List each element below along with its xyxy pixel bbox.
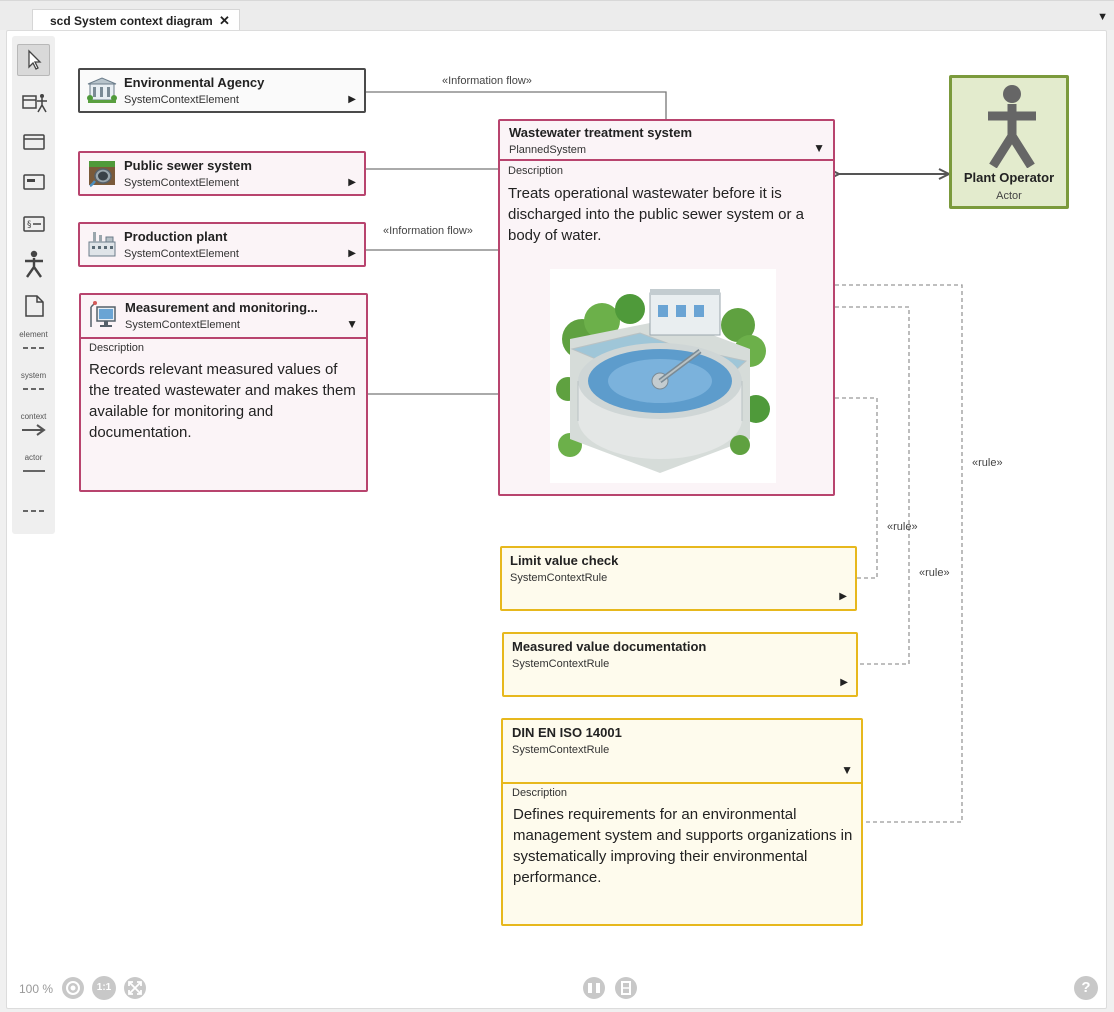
node-type: SystemContextRule (510, 572, 608, 584)
collapse-icon[interactable]: ▼ (841, 763, 853, 777)
node-environmental-agency[interactable]: Environmental Agency SystemContextElemen… (78, 68, 366, 113)
node-measurement-monitoring[interactable]: Measurement and monitoring... SystemCont… (79, 293, 368, 492)
person-icon (24, 250, 43, 278)
close-icon[interactable]: ✕ (219, 13, 230, 29)
element-connector-tool[interactable] (17, 338, 50, 358)
node-header: DIN EN ISO 14001 SystemContextRule ▼ (503, 720, 861, 784)
pointer-tool[interactable] (17, 44, 50, 76)
system-actor-icon (21, 94, 47, 113)
factory-icon (88, 232, 116, 257)
fit-to-screen-icon[interactable] (123, 976, 147, 1000)
paragraph-box-icon: § (22, 216, 45, 232)
system-actor-tool[interactable] (17, 86, 50, 118)
collapse-icon[interactable]: ▼ (813, 141, 825, 155)
node-title: Environmental Agency (124, 75, 265, 90)
system-connector-tool[interactable] (17, 379, 50, 399)
description-label: Description (512, 787, 568, 799)
rule-label: «rule» (919, 567, 950, 579)
box-icon (22, 134, 45, 150)
expand-icon[interactable]: ▶ (839, 591, 847, 602)
node-header: Wastewater treatment system PlannedSyste… (500, 121, 833, 161)
center-view-icon[interactable] (61, 976, 85, 1000)
node-limit-value-check[interactable]: Limit value check SystemContextRule ▶ (500, 546, 857, 611)
dashed-line-icon (22, 388, 45, 390)
actor-name: Plant Operator (963, 170, 1055, 185)
treatment-plant-illustration (550, 269, 776, 483)
layout-horizontal-icon[interactable] (582, 976, 606, 1000)
expand-icon[interactable]: ▶ (348, 248, 356, 259)
info-flow-label: «Information flow» (442, 75, 532, 87)
arrow-right-icon (21, 424, 46, 436)
node-title: DIN EN ISO 14001 (512, 725, 622, 740)
person-icon (988, 85, 1036, 168)
sewer-pipe-icon (89, 161, 115, 188)
solid-line-icon (22, 470, 45, 472)
tab-bar: scd System context diagram ✕ ▼ (0, 0, 1114, 31)
node-type: SystemContextElement (125, 319, 240, 331)
description-text: Treats operational wastewater before it … (508, 185, 804, 244)
node-type: PlannedSystem (509, 144, 587, 156)
node-public-sewer-system[interactable]: Public sewer system SystemContextElement… (78, 151, 366, 196)
actor-tool[interactable] (17, 248, 50, 280)
node-title: Production plant (124, 229, 228, 244)
note-icon (24, 295, 44, 317)
help-button[interactable]: ? (1074, 976, 1098, 1000)
description-label: Description (508, 165, 564, 177)
monitor-icon (90, 301, 116, 327)
cursor-icon (27, 49, 42, 70)
description-text: Defines requirements for an environmenta… (513, 806, 853, 886)
rule-label: «rule» (887, 521, 918, 533)
node-type: SystemContextElement (124, 94, 239, 106)
tab-label: scd System context diagram (50, 14, 213, 28)
node-type: SystemContextElement (124, 248, 239, 260)
tab-menu-icon[interactable]: ▼ (1097, 11, 1108, 23)
node-title: Public sewer system (124, 158, 252, 173)
actual-size-button[interactable]: 1:1 (92, 976, 116, 1000)
system-box-icon (22, 174, 45, 190)
node-din-en-iso-14001[interactable]: DIN EN ISO 14001 SystemContextRule ▼ Des… (501, 718, 863, 926)
node-type: SystemContextElement (124, 177, 239, 189)
tool-palette: § element system context actor (12, 36, 55, 534)
node-type: SystemContextRule (512, 744, 610, 756)
description-label: Description (89, 342, 145, 354)
expand-icon[interactable]: ▶ (348, 94, 356, 105)
node-title: Measured value documentation (512, 639, 707, 654)
description-text: Records relevant measured values of the … (89, 361, 356, 441)
actor-type: Actor (996, 190, 1022, 202)
layout-vertical-icon[interactable] (614, 976, 638, 1000)
dashed-line-icon (22, 347, 45, 349)
node-header: Measurement and monitoring... SystemCont… (81, 295, 366, 339)
expand-icon[interactable]: ▶ (840, 677, 848, 688)
dashed-line-icon (22, 510, 45, 512)
info-flow-label: «Information flow» (383, 225, 473, 237)
tab-system-context-diagram[interactable]: scd System context diagram ✕ (32, 9, 240, 31)
svg-text:§: § (27, 220, 32, 230)
node-wastewater-treatment-system[interactable]: Wastewater treatment system PlannedSyste… (498, 119, 835, 496)
element-tool[interactable] (17, 126, 50, 158)
zoom-level: 100 % (19, 982, 54, 996)
collapse-icon[interactable]: ▼ (346, 317, 358, 331)
actor-plant-operator[interactable]: Plant Operator Actor (949, 75, 1069, 209)
expand-icon[interactable]: ▶ (348, 177, 356, 188)
note-tool[interactable] (17, 290, 50, 322)
node-production-plant[interactable]: Production plant SystemContextElement ▶ (78, 222, 366, 267)
node-type: SystemContextRule (512, 658, 610, 670)
rule-label: «rule» (972, 457, 1003, 469)
building-icon (87, 77, 117, 103)
node-title: Limit value check (510, 553, 619, 568)
node-title: Wastewater treatment system (509, 125, 693, 140)
dashed-connector-tool[interactable] (17, 501, 50, 521)
context-connector-tool[interactable] (17, 420, 50, 440)
node-title: Measurement and monitoring... (125, 300, 318, 315)
system-tool[interactable] (17, 166, 50, 198)
node-measured-value-documentation[interactable]: Measured value documentation SystemConte… (502, 632, 858, 697)
rule-tool[interactable]: § (17, 208, 50, 240)
actor-connector-tool[interactable] (17, 461, 50, 481)
